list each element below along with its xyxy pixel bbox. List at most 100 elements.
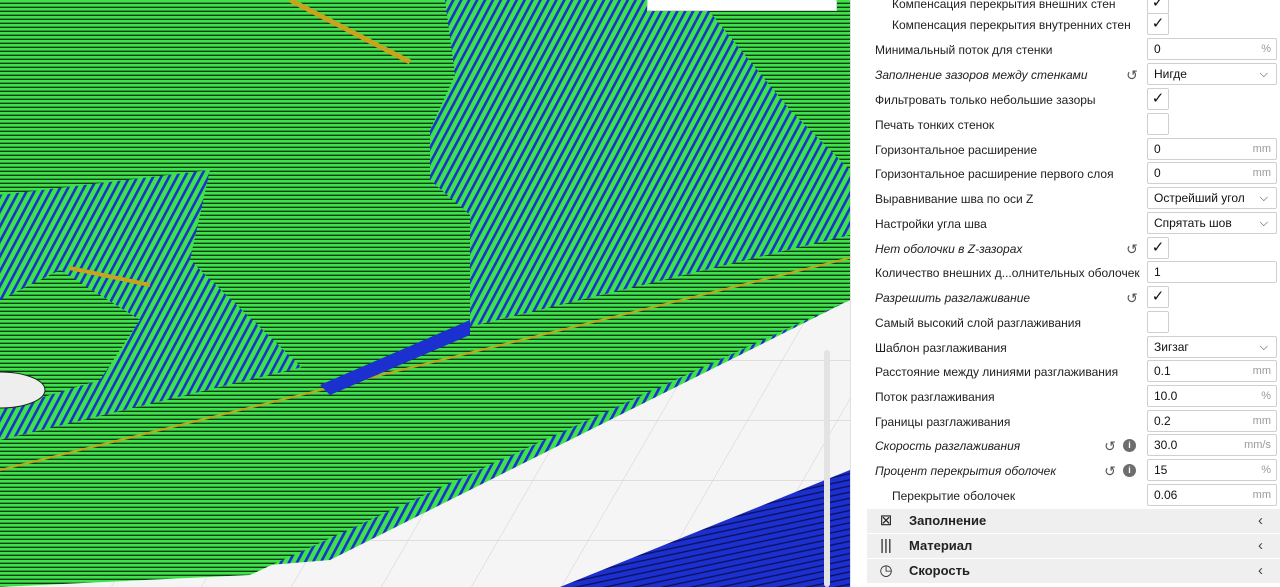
setting-checkbox[interactable]: ✓ (1147, 286, 1169, 308)
setting-dropdown[interactable]: Зигзаг ⌵ (1147, 336, 1277, 358)
info-icon[interactable]: i (1123, 464, 1136, 477)
setting-unit: % (1261, 43, 1271, 55)
setting-dropdown[interactable]: Нигде ⌵ (1147, 63, 1277, 85)
setting-checkbox[interactable] (1147, 113, 1169, 135)
setting-row: Нет оболочки в Z-зазорах ↺ ✓ (851, 237, 1280, 261)
setting-label: Расстояние между линиями разглаживания (875, 365, 1119, 379)
setting-value: Острейший угол (1154, 191, 1245, 205)
setting-value: 0.2 (1154, 414, 1171, 428)
setting-row: Границы разглаживания 0.2 mm (851, 410, 1280, 434)
setting-row: Выравнивание шва по оси Z Острейший угол… (851, 187, 1280, 211)
setting-input[interactable]: 0.1 mm (1147, 360, 1277, 382)
info-icon[interactable]: i (1123, 439, 1136, 452)
category-speed[interactable]: ◷ Скорость ‹ (867, 559, 1280, 583)
chevron-left-icon: ‹ (1258, 537, 1263, 554)
setting-row: Поток разглаживания 10.0 % (851, 385, 1280, 409)
setting-input[interactable]: 0 % (1147, 38, 1277, 60)
setting-unit: mm (1252, 489, 1271, 501)
setting-value: Спрятать шов (1154, 216, 1232, 230)
layer-preview-viewport[interactable] (0, 0, 850, 587)
setting-label: Нет оболочки в Z-зазорах (875, 242, 1023, 256)
setting-label: Самый высокий слой разглаживания (875, 316, 1082, 330)
setting-label: Минимальный поток для стенки (875, 43, 1053, 57)
reset-icon[interactable]: ↺ (1124, 290, 1140, 306)
setting-row: Компенсация перекрытия внутренних стен ✓ (851, 13, 1280, 37)
category-infill[interactable]: ⊠ Заполнение ‹ (867, 509, 1280, 533)
setting-row: Минимальный поток для стенки 0 % (851, 38, 1280, 62)
setting-row: Разрешить разглаживание ↺ ✓ (851, 286, 1280, 310)
setting-label: Границы разглаживания (875, 415, 1011, 429)
setting-unit: mm (1252, 143, 1271, 155)
setting-value: 10.0 (1154, 389, 1178, 403)
setting-row: Фильтровать только небольшие зазоры ✓ (851, 88, 1280, 112)
setting-unit: mm (1252, 415, 1271, 427)
setting-checkbox[interactable]: ✓ (1147, 88, 1169, 110)
setting-label: Горизонтальное расширение первого слоя (875, 167, 1114, 181)
setting-input[interactable]: 1 (1147, 261, 1277, 283)
setting-label: Шаблон разглаживания (875, 341, 1007, 355)
setting-input[interactable]: 0 mm (1147, 138, 1277, 160)
category-label: Материал (909, 538, 973, 553)
reset-icon[interactable]: ↺ (1102, 438, 1118, 454)
setting-input[interactable]: 30.0 mm/s (1147, 434, 1277, 456)
setting-row: Заполнение зазоров между стенками ↺ Нигд… (851, 63, 1280, 87)
setting-input[interactable]: 0.2 mm (1147, 410, 1277, 432)
setting-unit: % (1261, 390, 1271, 402)
setting-input[interactable]: 10.0 % (1147, 385, 1277, 407)
chevron-down-icon: ⌵ (1259, 341, 1268, 353)
setting-label: Процент перекрытия оболочек (875, 464, 1057, 478)
sliced-model-render (0, 0, 850, 587)
setting-value: 1 (1154, 265, 1161, 279)
setting-checkbox[interactable]: ✓ (1147, 13, 1169, 35)
setting-label: Заполнение зазоров между стенками (875, 68, 1088, 82)
setting-value: 15 (1154, 463, 1168, 477)
category-label: Скорость (909, 563, 970, 578)
setting-value: 0.1 (1154, 364, 1171, 378)
setting-value: 0 (1154, 166, 1161, 180)
setting-checkbox[interactable]: ✓ (1147, 237, 1169, 259)
setting-label: Количество внешних д...олнительных оболо… (875, 266, 1140, 280)
setting-label: Скорость разглаживания (875, 439, 1021, 453)
setting-unit: mm/s (1244, 439, 1271, 451)
print-settings-panel: Компенсация перекрытия внешних стен ✓ Ко… (850, 0, 1280, 587)
speed-icon: ◷ (879, 562, 893, 579)
chevron-down-icon: ⌵ (1259, 68, 1268, 80)
reset-icon[interactable]: ↺ (1102, 463, 1118, 479)
setting-row: Процент перекрытия оболочек ↺ i 15 % (851, 459, 1280, 483)
setting-dropdown[interactable]: Спрятать шов ⌵ (1147, 212, 1277, 234)
chevron-down-icon: ⌵ (1259, 192, 1268, 204)
setting-label: Поток разглаживания (875, 390, 995, 404)
setting-input[interactable]: 0.06 mm (1147, 484, 1277, 506)
setting-label: Настройки угла шва (875, 217, 987, 231)
setting-row: Количество внешних д...олнительных оболо… (851, 261, 1280, 285)
setting-value: 0.06 (1154, 488, 1178, 502)
setting-label: Печать тонких стенок (875, 118, 995, 132)
setting-value: 0 (1154, 142, 1161, 156)
setting-label: Компенсация перекрытия внутренних стен (892, 18, 1131, 32)
setting-dropdown[interactable]: Острейший угол ⌵ (1147, 187, 1277, 209)
category-label: Заполнение (909, 513, 987, 528)
setting-value: Нигде (1154, 67, 1187, 81)
setting-row: Горизонтальное расширение 0 mm (851, 138, 1280, 162)
reset-icon[interactable]: ↺ (1124, 241, 1140, 257)
category-material[interactable]: ||| Материал ‹ (867, 534, 1280, 558)
preview-panel-edge (647, 0, 837, 11)
setting-row: Настройки угла шва Спрятать шов ⌵ (851, 212, 1280, 236)
reset-icon[interactable]: ↺ (1124, 67, 1140, 83)
setting-label: Выравнивание шва по оси Z (875, 192, 1034, 206)
setting-input[interactable]: 0 mm (1147, 162, 1277, 184)
setting-checkbox[interactable] (1147, 311, 1169, 333)
viewport-scrollbar[interactable] (824, 350, 830, 587)
setting-checkbox[interactable]: ✓ (1147, 0, 1169, 14)
setting-value: 0 (1154, 42, 1161, 56)
setting-row: Шаблон разглаживания Зигзаг ⌵ (851, 336, 1280, 360)
setting-row: Горизонтальное расширение первого слоя 0… (851, 162, 1280, 186)
setting-input[interactable]: 15 % (1147, 459, 1277, 481)
chevron-left-icon: ‹ (1258, 512, 1263, 529)
infill-icon: ⊠ (879, 512, 893, 529)
setting-unit: mm (1252, 167, 1271, 179)
setting-row: Печать тонких стенок (851, 113, 1280, 137)
chevron-down-icon: ⌵ (1259, 217, 1268, 229)
setting-unit: mm (1252, 365, 1271, 377)
setting-value: 30.0 (1154, 438, 1178, 452)
